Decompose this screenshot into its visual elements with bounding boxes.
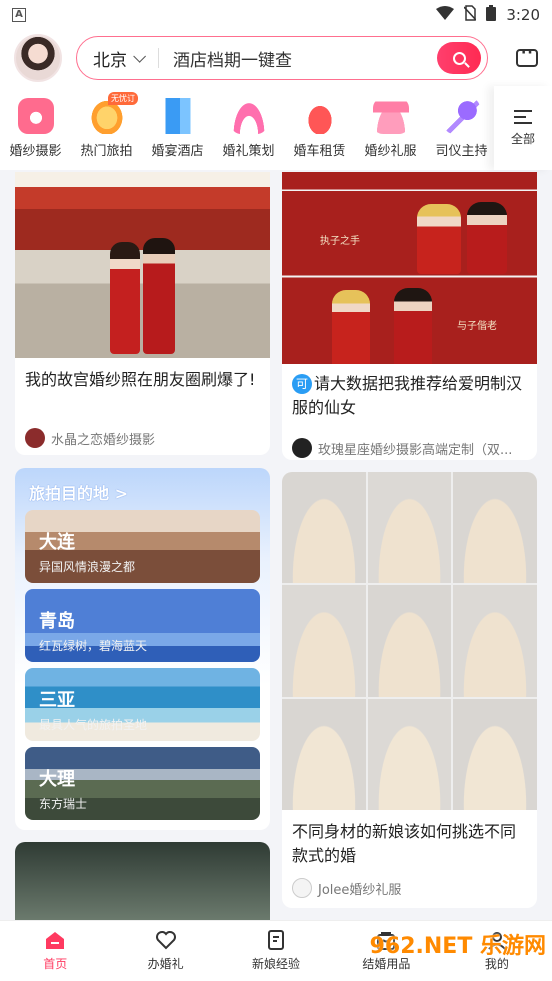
feed-card-author: 玫瑰星座婚纱摄影高端定制（双... [282,438,537,458]
photo-caption-left: 执子之手 [320,236,360,247]
category-label: 婚纱摄影 [9,144,62,159]
search-button[interactable] [437,42,481,74]
feed-card-image [15,172,270,358]
destination-name: 青岛 [39,611,75,632]
tab-label: 办婚礼 [147,957,184,971]
author-avatar [292,878,312,898]
wifi-icon [436,6,455,24]
arch-icon [230,98,267,134]
menu-icon [514,109,532,124]
dress-icon [372,98,409,134]
category-host[interactable]: 司仪主持 [426,94,497,159]
category-hotel[interactable]: 婚宴酒店 [142,94,213,159]
search-bar[interactable]: 北京 酒店档期一键查 [76,36,488,80]
category-label: 婚宴酒店 [151,144,204,159]
destination-name: 大连 [39,532,75,553]
status-bar: A 3:20 [0,0,552,30]
category-label: 婚车租赁 [293,144,346,159]
all-label: 全部 [510,131,535,146]
hotel-icon [159,98,196,134]
travel-destinations-panel: 旅拍目的地 > 大连 异国风情浪漫之都 青岛 红瓦绿树，碧海蓝天 三亚 最具人气… [15,468,270,830]
author-name: Jolee婚纱礼服 [318,882,402,898]
author-avatar [292,438,312,458]
feed-card-tag: 可 [292,374,312,394]
feed-card-title: 不同身材的新娘该如何挑选不同款式的婚 [292,822,517,865]
feed-card-hanfu[interactable]: 执子之手 与子偕老 可请大数据把我推荐给爱明制汉服的仙女 玫瑰星座婚纱摄影高端定… [282,172,537,460]
all-categories-button[interactable]: 全部 [494,86,552,170]
tab-bride-experience[interactable]: 新娘经验 [221,921,331,981]
home-icon [44,929,66,951]
destination-subtitle: 最具人气的旅拍圣地 [39,718,148,732]
no-sim-icon [463,5,477,25]
feed-card-title: 我的故宫婚纱照在朋友圈刷爆了! [25,370,256,389]
watermark-logo: 962.NET 乐游网 [369,934,546,959]
category-row: 婚纱摄影 无忧订 热门旅拍 婚宴酒店 婚礼策划 婚车租赁 婚纱礼服 司仪主持 全… [0,86,552,170]
destination-subtitle: 东方瑞士 [39,797,88,811]
category-dress[interactable]: 婚纱礼服 [355,94,426,159]
category-wedding-photography[interactable]: 婚纱摄影 [0,94,71,159]
message-icon[interactable] [516,45,538,67]
tab-wedding[interactable]: 办婚礼 [110,921,220,981]
tab-label: 首页 [43,957,68,971]
top-header: 北京 酒店档期一键查 [0,30,552,86]
category-label: 婚礼策划 [222,144,275,159]
user-avatar[interactable] [14,34,62,82]
feed-card-author: 水晶之恋婚纱摄影 [15,428,270,448]
tab-label: 新娘经验 [252,957,301,971]
destination-name: 三亚 [39,690,75,711]
feed-card-partial[interactable] [15,842,270,920]
author-avatar [25,428,45,448]
search-icon [452,51,466,65]
battery-icon [486,5,497,25]
category-badge: 无忧订 [108,92,138,105]
tab-home[interactable]: 首页 [0,921,110,981]
destination-dali[interactable]: 大理 东方瑞士 [25,747,260,820]
city-selector[interactable]: 北京 [93,46,127,71]
category-car-rental[interactable]: 婚车租赁 [284,94,355,159]
category-label: 婚纱礼服 [364,144,417,159]
microphone-icon [443,98,480,134]
category-planning[interactable]: 婚礼策划 [213,94,284,159]
destination-sanya[interactable]: 三亚 最具人气的旅拍圣地 [25,668,260,741]
notification-a-icon: A [12,8,26,22]
feed-card-title-text: 请大数据把我推荐给爱明制汉服的仙女 [292,374,523,417]
destination-qingdao[interactable]: 青岛 红瓦绿树，碧海蓝天 [25,589,260,662]
destination-name: 大理 [39,769,75,790]
car-icon [301,98,338,134]
chevron-down-icon[interactable] [133,49,146,63]
category-label: 司仪主持 [435,144,488,159]
feed-card-forbidden-city[interactable]: 我的故宫婚纱照在朋友圈刷爆了! 水晶之恋婚纱摄影 [15,172,270,455]
category-label: 热门旅拍 [80,144,133,159]
camera-icon [17,98,54,134]
search-divider [158,48,159,68]
feed-card-wedding-dresses[interactable]: 不同身材的新娘该如何挑选不同款式的婚 Jolee婚纱礼服 [282,472,537,908]
search-input[interactable]: 酒店档期一键查 [173,46,437,71]
destination-dalian[interactable]: 大连 异国风情浪漫之都 [25,510,260,583]
feed-card-image [282,472,537,810]
destination-subtitle: 异国风情浪漫之都 [39,560,136,574]
note-icon [265,929,287,951]
author-name: 玫瑰星座婚纱摄影高端定制（双... [318,442,513,458]
heart-icon [155,929,177,951]
feed-card-author: Jolee婚纱礼服 [282,878,537,898]
clock-time: 3:20 [506,6,540,24]
author-name: 水晶之恋婚纱摄影 [51,432,156,448]
feed-card-image: 执子之手 与子偕老 [282,172,537,364]
destination-subtitle: 红瓦绿树，碧海蓝天 [39,639,148,653]
photo-caption-right: 与子偕老 [457,321,497,332]
travel-destinations-header[interactable]: 旅拍目的地 > [15,468,270,516]
category-travel-photo[interactable]: 无忧订 热门旅拍 [71,92,142,159]
feed-card-title: 可请大数据把我推荐给爱明制汉服的仙女 [282,372,537,420]
